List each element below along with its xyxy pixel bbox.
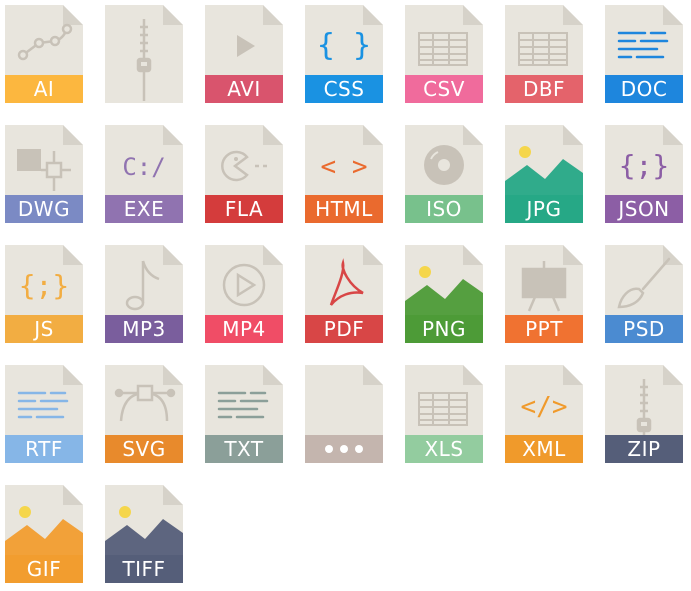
file-type-label: DOC [620, 77, 668, 101]
svg-text:{;}: {;} [19, 269, 70, 302]
file-type-label: JS [34, 317, 54, 341]
file-type-label: ZIP [627, 437, 661, 461]
file-icon-svg[interactable]: SVG [105, 365, 183, 463]
file-icon-js[interactable]: {;} JS [5, 245, 83, 343]
file-icon-csv[interactable]: CSV [405, 5, 483, 103]
file-type-label: AI [33, 77, 55, 101]
file-type-label: FLA [224, 197, 264, 221]
file-icon-dwg[interactable]: DWG [5, 125, 83, 223]
file-type-label: DWG [17, 197, 71, 221]
svg-text:C:/: C:/ [122, 153, 165, 181]
file-icon-tiff[interactable]: TIFF [105, 485, 183, 583]
file-icon-iso[interactable]: ISO [405, 125, 483, 223]
file-type-label: CSS [323, 77, 365, 101]
file-icon-ai[interactable]: AI [5, 5, 83, 103]
file-type-label: HTML [315, 197, 373, 221]
file-type-label: PNG [421, 317, 467, 341]
file-icon-png[interactable]: PNG [405, 245, 483, 343]
file-type-label: RTF [25, 437, 63, 461]
file-icon-fla[interactable]: FLA [205, 125, 283, 223]
file-icon-mp3[interactable]: MP3 [105, 245, 183, 343]
file-icon-gif[interactable]: GIF [5, 485, 83, 583]
file-icon-css[interactable]: { } CSS [305, 5, 383, 103]
file-icon-json[interactable]: {;} JSON [605, 125, 683, 223]
file-icon-doc[interactable]: DOC [605, 5, 683, 103]
file-icon-pdf[interactable]: PDF [305, 245, 383, 343]
file-icon-xml[interactable]: </> XML [505, 365, 583, 463]
file-icon-mp4[interactable]: MP4 [205, 245, 283, 343]
file-type-label: CSV [423, 77, 465, 101]
file-type-icon-grid: AI AVI { } CSS CSV DBF DOC DWG C:/ EXE F… [0, 0, 691, 591]
file-type-label: EXE [123, 197, 165, 221]
file-type-label: PDF [323, 317, 365, 341]
file-type-label: MP4 [222, 317, 266, 341]
zipper-icon [105, 5, 183, 103]
file-icon-avi[interactable]: AVI [205, 5, 283, 103]
file-type-label: MP3 [122, 317, 166, 341]
svg-text:{;}: {;} [619, 149, 670, 182]
file-type-label: DBF [522, 77, 566, 101]
file-icon-ellipsis[interactable] [305, 365, 383, 463]
svg-text:< >: < > [321, 152, 368, 182]
file-icon-zip[interactable]: ZIP [605, 365, 683, 463]
file-icon-html[interactable]: < > HTML [305, 125, 383, 223]
file-type-label: JPG [526, 197, 562, 221]
file-icon-zipper[interactable] [105, 5, 183, 103]
ellipsis-icon [305, 365, 383, 463]
file-icon-dbf[interactable]: DBF [505, 5, 583, 103]
file-type-label: ISO [426, 197, 462, 221]
file-type-label: GIF [26, 557, 62, 581]
svg-text:</>: </> [521, 392, 568, 422]
file-type-label: TIFF [122, 557, 166, 581]
file-type-label: XML [522, 437, 566, 461]
file-icon-psd[interactable]: PSD [605, 245, 683, 343]
file-icon-exe[interactable]: C:/ EXE [105, 125, 183, 223]
file-type-label: JSON [618, 197, 670, 221]
svg-text:{ }: { } [317, 28, 371, 63]
file-type-label: SVG [122, 437, 166, 461]
file-icon-jpg[interactable]: JPG [505, 125, 583, 223]
file-type-label: XLS [424, 437, 464, 461]
file-icon-txt[interactable]: TXT [205, 365, 283, 463]
file-icon-ppt[interactable]: PPT [505, 245, 583, 343]
file-type-label: TXT [224, 437, 264, 461]
file-type-label: PPT [525, 317, 563, 341]
file-icon-xls[interactable]: XLS [405, 365, 483, 463]
file-type-label: PSD [623, 317, 665, 341]
file-icon-rtf[interactable]: RTF [5, 365, 83, 463]
file-type-label: AVI [227, 77, 261, 101]
